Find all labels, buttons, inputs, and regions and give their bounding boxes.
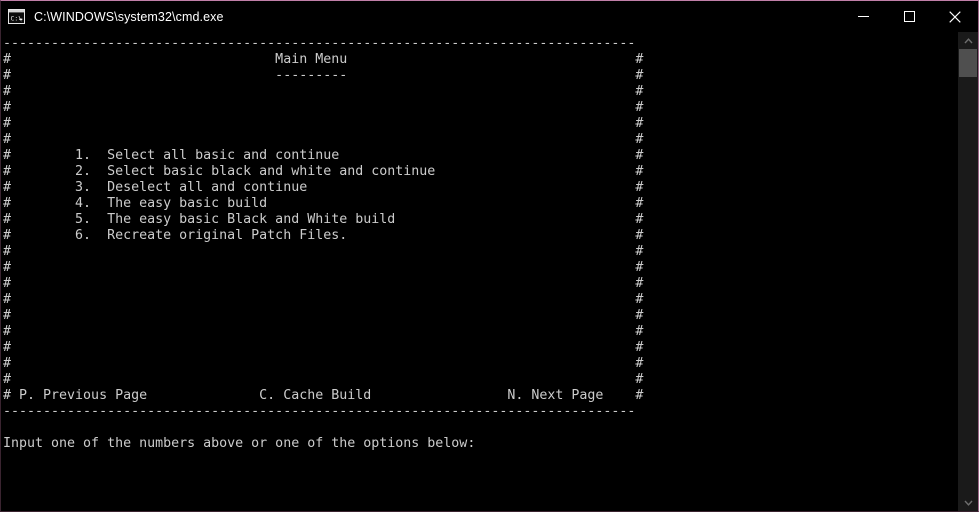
- scroll-down-button[interactable]: [958, 494, 978, 511]
- terminal-line: # #: [3, 308, 644, 323]
- close-button[interactable]: [932, 1, 978, 32]
- terminal-line: # 3. Deselect all and continue #: [3, 180, 644, 195]
- vertical-scrollbar[interactable]: [958, 32, 978, 511]
- terminal-line: # Main Menu #: [3, 52, 644, 67]
- terminal-line: ----------------------------------------…: [3, 404, 636, 419]
- terminal-line: # 4. The easy basic build #: [3, 196, 644, 211]
- terminal-line: # #: [3, 340, 644, 355]
- cmd-prompt-icon: C:\: [8, 9, 25, 24]
- window-title: C:\WINDOWS\system32\cmd.exe: [34, 9, 224, 24]
- terminal-output[interactable]: ----------------------------------------…: [1, 32, 958, 511]
- scrollbar-thumb[interactable]: [959, 49, 977, 77]
- terminal-line: # #: [3, 132, 644, 147]
- chevron-up-icon: [963, 37, 973, 43]
- chevron-down-icon: [963, 500, 973, 506]
- terminal-line: # #: [3, 100, 644, 115]
- close-icon: [949, 10, 961, 23]
- terminal-line-list: ----------------------------------------…: [3, 36, 958, 452]
- terminal-line: ----------------------------------------…: [3, 36, 636, 51]
- terminal-line: # 5. The easy basic Black and White buil…: [3, 212, 644, 227]
- terminal-line: # #: [3, 356, 644, 371]
- terminal-line: # #: [3, 260, 644, 275]
- terminal-line: # #: [3, 244, 644, 259]
- terminal-line: # --------- #: [3, 68, 644, 83]
- terminal-line: # #: [3, 276, 644, 291]
- maximize-icon: [903, 11, 915, 22]
- minimize-icon: [857, 16, 869, 17]
- terminal-line: # #: [3, 372, 644, 387]
- window-titlebar[interactable]: C:\ C:\WINDOWS\system32\cmd.exe: [1, 1, 978, 32]
- terminal-line: # 1. Select all basic and continue #: [3, 148, 644, 163]
- window-controls: [840, 1, 978, 32]
- minimize-button[interactable]: [840, 1, 886, 32]
- terminal-line: # #: [3, 292, 644, 307]
- terminal-line: # 2. Select basic black and white and co…: [3, 164, 644, 179]
- titlebar-left: C:\ C:\WINDOWS\system32\cmd.exe: [1, 9, 840, 24]
- cmd-window: C:\ C:\WINDOWS\system32\cmd.exe --------…: [0, 0, 979, 512]
- terminal-line: Input one of the numbers above or one of…: [3, 436, 476, 451]
- terminal-line: # #: [3, 116, 644, 131]
- terminal-line: # #: [3, 84, 644, 99]
- terminal-line: # 6. Recreate original Patch Files. #: [3, 228, 644, 243]
- terminal-line: # P. Previous Page C. Cache Build N. Nex…: [3, 388, 644, 403]
- scroll-up-button[interactable]: [958, 32, 978, 49]
- maximize-button[interactable]: [886, 1, 932, 32]
- terminal-line: # #: [3, 324, 644, 339]
